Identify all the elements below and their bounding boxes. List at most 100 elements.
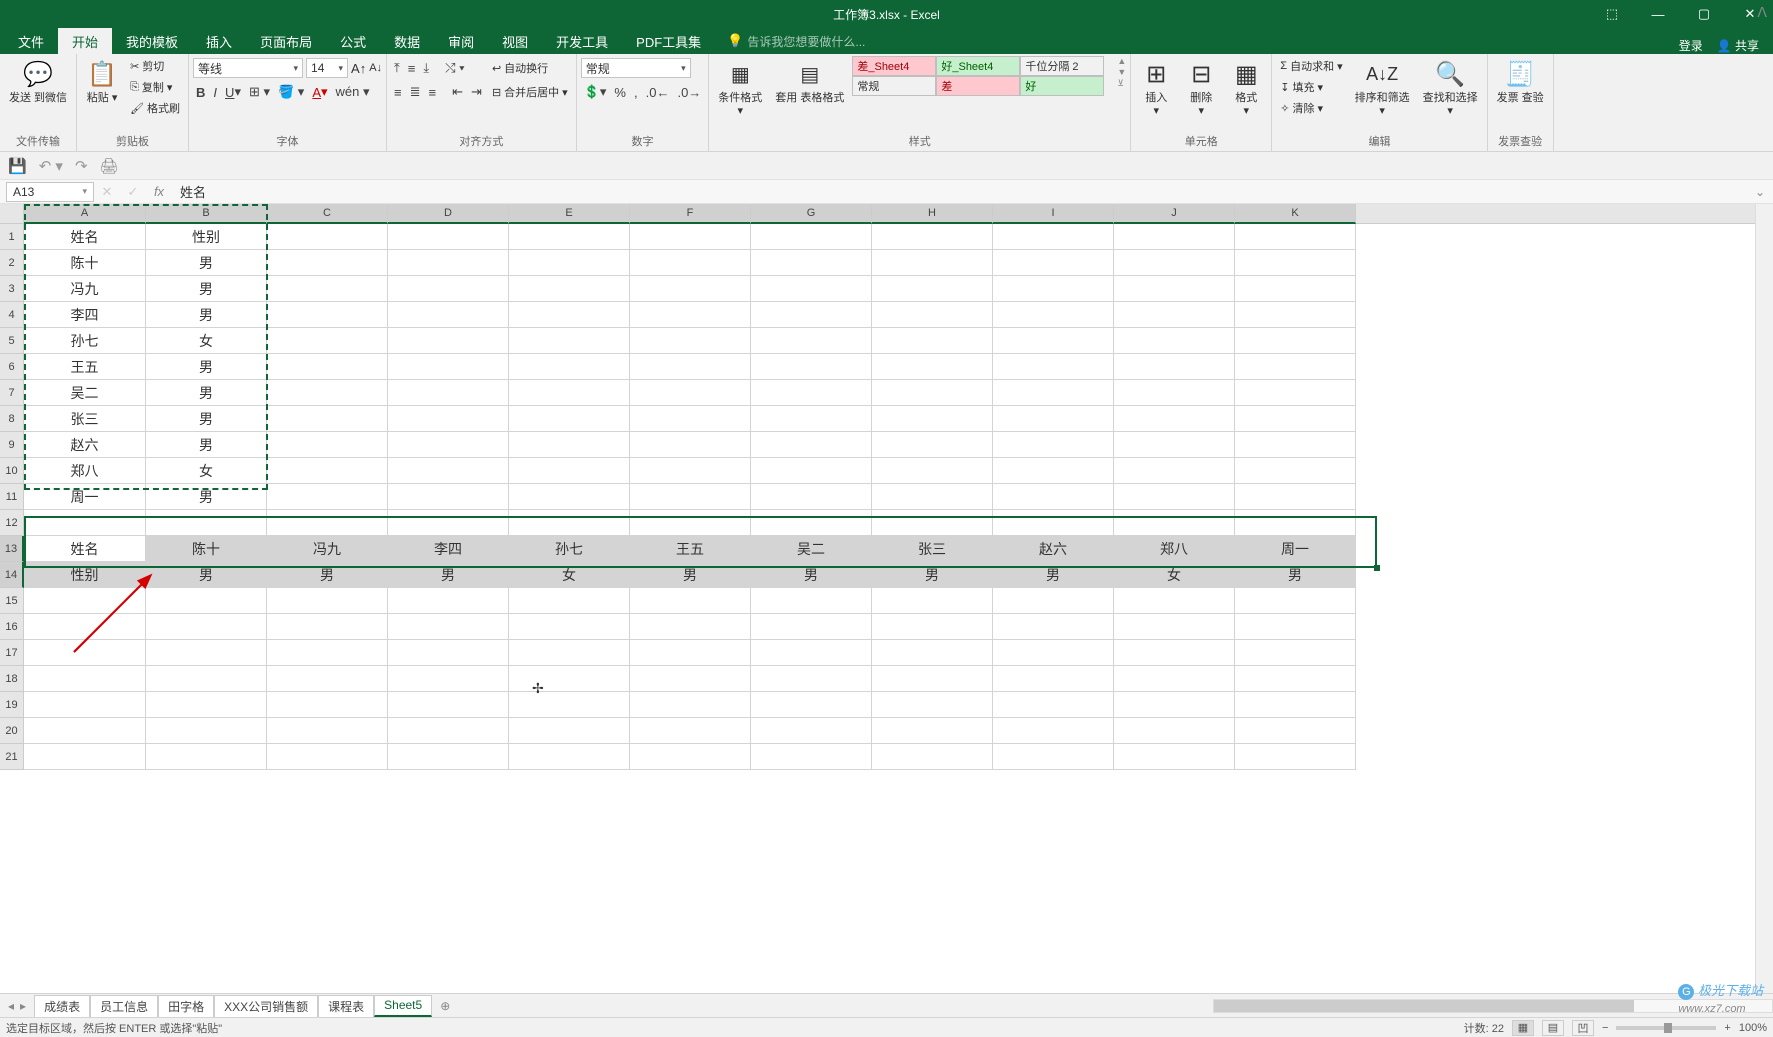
align-center-icon[interactable]: ≣ <box>407 82 424 102</box>
cell[interactable] <box>751 588 872 614</box>
phonetic-button[interactable]: wén ▾ <box>333 82 373 102</box>
styles-scroll-up-icon[interactable]: ▲ <box>1117 56 1126 66</box>
cell[interactable]: 郑八 <box>1114 536 1235 562</box>
cell[interactable] <box>1235 666 1356 692</box>
zoom-out-icon[interactable]: − <box>1602 1022 1608 1034</box>
cell[interactable] <box>630 380 751 406</box>
cell[interactable] <box>1235 406 1356 432</box>
cell[interactable] <box>993 718 1114 744</box>
cell[interactable] <box>751 250 872 276</box>
cell[interactable] <box>993 744 1114 770</box>
cell[interactable] <box>1114 484 1235 510</box>
cell[interactable] <box>1114 744 1235 770</box>
row-header-5[interactable]: 5 <box>0 328 24 354</box>
col-header-K[interactable]: K <box>1235 204 1356 224</box>
cell[interactable]: 男 <box>146 380 267 406</box>
cell[interactable] <box>146 666 267 692</box>
cell[interactable] <box>630 588 751 614</box>
row-header-3[interactable]: 3 <box>0 276 24 302</box>
cell[interactable] <box>1235 744 1356 770</box>
row-header-12[interactable]: 12 <box>0 510 24 536</box>
cell[interactable] <box>751 484 872 510</box>
cell[interactable]: 男 <box>146 562 267 588</box>
cell[interactable] <box>146 614 267 640</box>
cell[interactable]: 男 <box>872 562 993 588</box>
cell[interactable] <box>1235 510 1356 536</box>
align-top-icon[interactable]: ⤒ <box>391 58 403 78</box>
cell[interactable]: 陈十 <box>24 250 146 276</box>
cell[interactable] <box>630 718 751 744</box>
tell-me[interactable]: 💡告诉我您想要做什么... <box>727 28 865 54</box>
cell[interactable] <box>388 666 509 692</box>
cell[interactable] <box>509 484 630 510</box>
cell[interactable]: 李四 <box>24 302 146 328</box>
cell[interactable] <box>146 588 267 614</box>
sheet-tab[interactable]: XXX公司销售额 <box>214 995 318 1017</box>
fill-button[interactable]: ↧填充 ▾ <box>1276 77 1346 97</box>
cell[interactable] <box>751 354 872 380</box>
copy-button[interactable]: ⎘复制 ▾ <box>126 77 184 97</box>
cell[interactable]: 男 <box>267 562 388 588</box>
cell[interactable]: 王五 <box>630 536 751 562</box>
enter-formula-icon[interactable]: ✓ <box>120 184 146 200</box>
col-header-B[interactable]: B <box>146 204 267 224</box>
decrease-decimal-icon[interactable]: .0→ <box>674 83 704 102</box>
cell[interactable] <box>1114 302 1235 328</box>
cell[interactable] <box>872 458 993 484</box>
cell[interactable] <box>1114 458 1235 484</box>
send-to-wechat-button[interactable]: 💬 发送 到微信 <box>4 56 72 107</box>
cell[interactable] <box>1114 614 1235 640</box>
sheet-tab[interactable]: Sheet5 <box>374 995 432 1017</box>
row-header-9[interactable]: 9 <box>0 432 24 458</box>
cell[interactable] <box>993 406 1114 432</box>
cell[interactable] <box>267 250 388 276</box>
cell[interactable]: 男 <box>146 302 267 328</box>
cell[interactable] <box>1114 588 1235 614</box>
cell[interactable] <box>388 406 509 432</box>
autosum-button[interactable]: Σ自动求和 ▾ <box>1276 56 1346 76</box>
cell[interactable] <box>267 640 388 666</box>
cell[interactable] <box>1114 640 1235 666</box>
cell[interactable] <box>1114 432 1235 458</box>
cell[interactable] <box>509 458 630 484</box>
tab-pdf-tools[interactable]: PDF工具集 <box>622 28 715 54</box>
select-all-corner[interactable] <box>0 204 24 224</box>
save-icon[interactable]: 💾 <box>8 157 27 175</box>
cell[interactable] <box>267 744 388 770</box>
cell[interactable] <box>509 692 630 718</box>
tab-data[interactable]: 数据 <box>380 28 434 54</box>
cut-button[interactable]: ✂剪切 <box>126 56 184 76</box>
cell[interactable]: 周一 <box>1235 536 1356 562</box>
cell[interactable]: 姓名 <box>24 224 146 250</box>
increase-font-icon[interactable]: A↑ <box>351 61 366 76</box>
cell[interactable] <box>509 224 630 250</box>
col-header-C[interactable]: C <box>267 204 388 224</box>
insert-function-icon[interactable]: fx <box>146 184 172 199</box>
sheet-tab[interactable]: 员工信息 <box>90 995 158 1017</box>
cell[interactable] <box>1235 302 1356 328</box>
cell[interactable] <box>509 406 630 432</box>
cell[interactable] <box>751 276 872 302</box>
comma-icon[interactable]: , <box>631 83 641 102</box>
cell[interactable] <box>1235 354 1356 380</box>
cell[interactable]: 吴二 <box>24 380 146 406</box>
cell[interactable] <box>1114 510 1235 536</box>
cell[interactable] <box>267 666 388 692</box>
row-header-10[interactable]: 10 <box>0 458 24 484</box>
col-header-J[interactable]: J <box>1114 204 1235 224</box>
cell[interactable] <box>509 640 630 666</box>
cell[interactable]: 赵六 <box>24 432 146 458</box>
cell[interactable] <box>630 406 751 432</box>
cell[interactable] <box>146 640 267 666</box>
cell[interactable] <box>630 484 751 510</box>
zoom-in-icon[interactable]: + <box>1724 1022 1730 1034</box>
minimize-button[interactable]: — <box>1635 0 1681 28</box>
tab-view[interactable]: 视图 <box>488 28 542 54</box>
cell[interactable] <box>872 224 993 250</box>
tab-insert[interactable]: 插入 <box>192 28 246 54</box>
cell[interactable] <box>630 432 751 458</box>
cell[interactable] <box>872 276 993 302</box>
conditional-format-button[interactable]: ▦条件格式▾ <box>713 56 767 120</box>
cell[interactable] <box>267 718 388 744</box>
cell[interactable] <box>24 510 146 536</box>
